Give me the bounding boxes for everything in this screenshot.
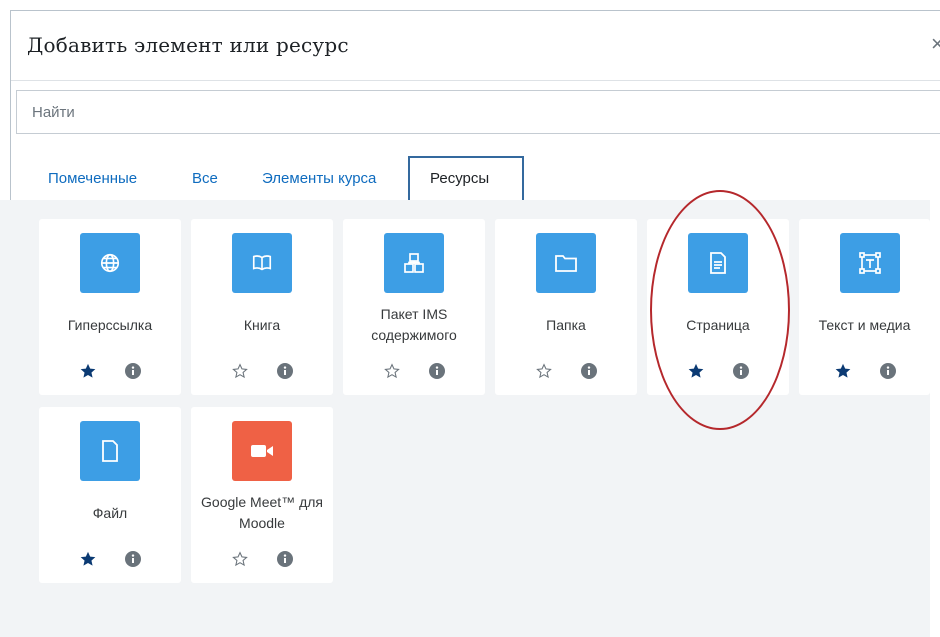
- info-icon[interactable]: [733, 363, 749, 379]
- module-card-googlemeet[interactable]: Google Meet™ для Moodle: [191, 407, 333, 583]
- module-card-page[interactable]: Страница: [647, 219, 789, 395]
- info-icon[interactable]: [277, 551, 293, 567]
- chooser-grid: Гиперссылка Книга Пакет IMS содержимого: [0, 200, 930, 637]
- tab-resources[interactable]: Ресурсы: [408, 156, 524, 202]
- info-icon[interactable]: [429, 363, 445, 379]
- star-outline-icon[interactable]: [535, 362, 553, 380]
- file-icon: [80, 421, 140, 481]
- module-label: Гиперссылка: [67, 316, 153, 333]
- folder-icon: [536, 233, 596, 293]
- star-outline-icon[interactable]: [231, 362, 249, 380]
- info-icon[interactable]: [879, 363, 896, 379]
- close-button[interactable]: ×: [931, 31, 940, 57]
- package-icon: [384, 233, 444, 293]
- info-icon[interactable]: [277, 363, 293, 379]
- module-label: Папка: [546, 316, 586, 333]
- book-icon: [232, 233, 292, 293]
- module-card-folder[interactable]: Папка: [495, 219, 637, 395]
- star-filled-icon[interactable]: [834, 362, 852, 380]
- tab-activities[interactable]: Элементы курса: [248, 156, 390, 202]
- star-filled-icon[interactable]: [687, 362, 705, 380]
- info-icon[interactable]: [125, 363, 141, 379]
- module-label: Файл: [92, 504, 128, 521]
- star-outline-icon[interactable]: [231, 550, 249, 568]
- module-label: Книга: [243, 316, 281, 333]
- module-label: Страница: [686, 316, 750, 333]
- tab-bar: Помеченные Все Элементы курса Ресурсы: [0, 156, 930, 202]
- module-card-book[interactable]: Книга: [191, 219, 333, 395]
- module-card-label[interactable]: Текст и медиа: [799, 219, 930, 395]
- module-card-resource[interactable]: Файл: [39, 407, 181, 583]
- star-filled-icon[interactable]: [79, 550, 97, 568]
- star-outline-icon[interactable]: [383, 362, 401, 380]
- module-card-url[interactable]: Гиперссылка: [39, 219, 181, 395]
- search-container: [16, 90, 940, 134]
- video-camera-icon: [232, 421, 292, 481]
- module-card-imscp[interactable]: Пакет IMS содержимого: [343, 219, 485, 395]
- module-label: Google Meet™ для Moodle: [201, 494, 323, 531]
- modal-header: Добавить элемент или ресурс ×: [11, 11, 940, 81]
- module-label: Пакет IMS содержимого: [371, 306, 457, 343]
- text-media-icon: [840, 233, 900, 293]
- star-filled-icon[interactable]: [79, 362, 97, 380]
- tab-all[interactable]: Все: [178, 156, 232, 202]
- globe-icon: [80, 233, 140, 293]
- module-label: Текст и медиа: [818, 316, 911, 333]
- modal-title: Добавить элемент или ресурс: [27, 33, 349, 57]
- search-input[interactable]: [16, 90, 940, 134]
- info-icon[interactable]: [581, 363, 597, 379]
- page-icon: [688, 233, 748, 293]
- tab-starred[interactable]: Помеченные: [34, 156, 151, 202]
- info-icon[interactable]: [125, 551, 141, 567]
